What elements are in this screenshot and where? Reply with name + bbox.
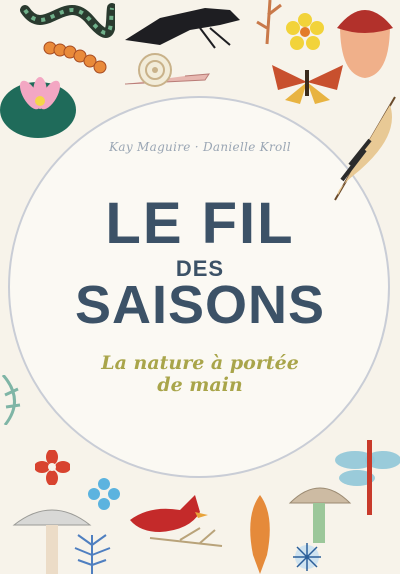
subtitle: La nature à portée de main — [0, 352, 400, 396]
book-cover: Kay Maguire · Danielle Kroll LE FIL DES … — [0, 0, 400, 574]
title-line-3: SAISONS — [74, 275, 326, 335]
yellow-flower-icon — [286, 13, 324, 50]
cardinal-icon — [130, 495, 223, 547]
title-line-1: LE FIL — [105, 191, 295, 256]
snake-icon — [20, 3, 115, 38]
sea-urchin-icon — [293, 543, 321, 571]
water-lily-icon — [0, 77, 76, 138]
seed-pod-icon — [250, 495, 270, 574]
leaf-icon — [74, 534, 111, 574]
subtitle-line-2: de main — [157, 374, 243, 396]
red-flower-icon — [35, 450, 70, 485]
twig-icon — [256, 0, 282, 45]
dragonfly-icon — [335, 440, 400, 515]
blue-flower-icon — [88, 478, 120, 510]
snail-icon — [125, 53, 210, 87]
authors: Kay Maguire · Danielle Kroll — [109, 140, 291, 154]
subtitle-line-1: La nature à portée — [101, 352, 299, 374]
